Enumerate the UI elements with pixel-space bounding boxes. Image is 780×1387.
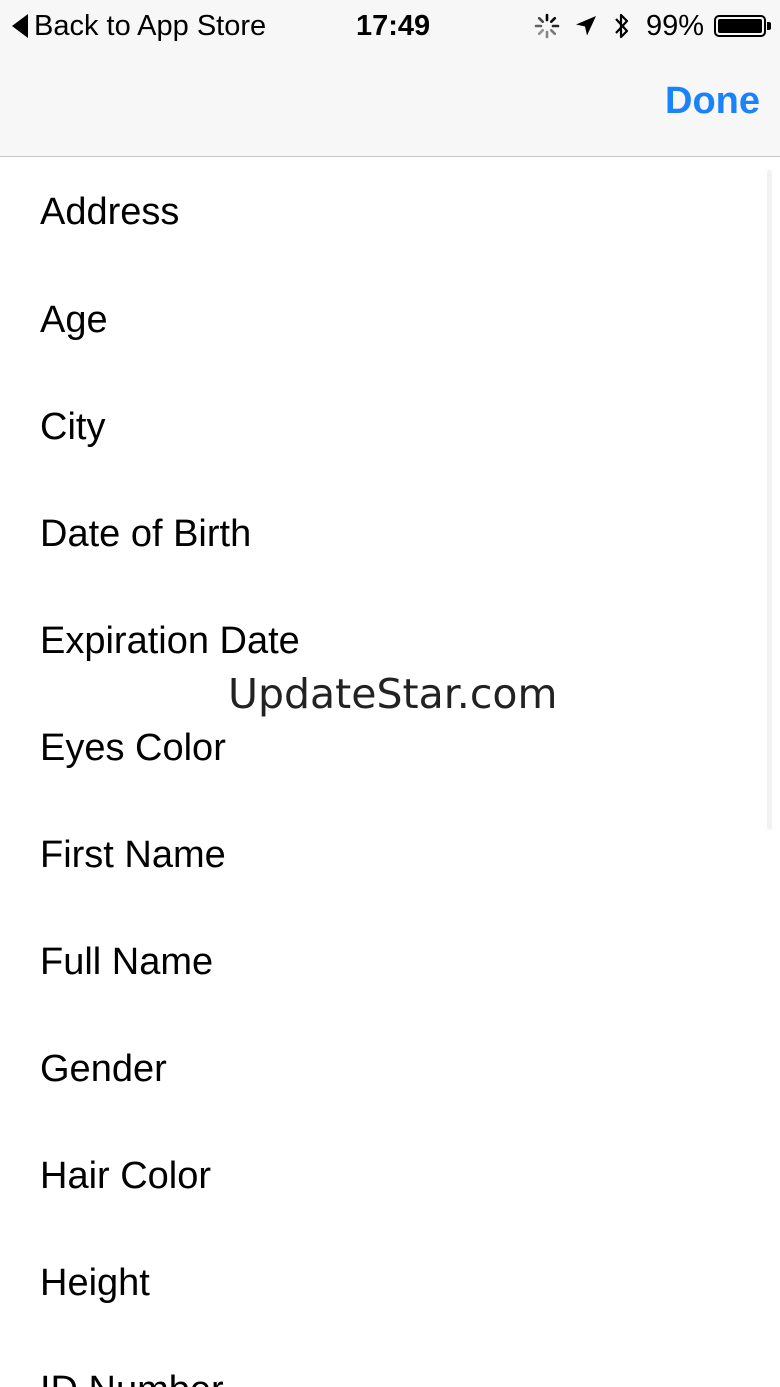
list-item[interactable]: Eyes Color	[0, 695, 780, 802]
back-to-app-store-label: Back to App Store	[34, 9, 267, 42]
list-item[interactable]: First Name	[0, 802, 780, 909]
list-item[interactable]: Gender	[0, 1016, 780, 1123]
screen: Back to App Store 17:49 99% Done Address…	[0, 0, 780, 1387]
navigation-bar: Done	[0, 52, 780, 157]
list-item[interactable]: Full Name	[0, 909, 780, 1016]
list-item[interactable]: Hair Color	[0, 1123, 780, 1230]
back-to-app-store-link[interactable]: Back to App Store	[12, 8, 266, 44]
list-item[interactable]: Expiration Date	[0, 588, 780, 695]
status-bar: Back to App Store 17:49 99%	[0, 0, 780, 52]
scroll-indicator[interactable]	[767, 170, 772, 830]
list-item[interactable]: City	[0, 374, 780, 481]
list-item[interactable]: Date of Birth	[0, 481, 780, 588]
done-button[interactable]: Done	[665, 80, 760, 123]
field-list[interactable]: Address Age City Date of Birth Expiration Da…	[0, 157, 780, 1387]
status-time: 17:49	[356, 10, 431, 42]
activity-spinner-icon	[534, 13, 560, 39]
battery-icon	[714, 15, 771, 37]
list-item[interactable]: Address	[0, 157, 780, 267]
list-item[interactable]: Height	[0, 1230, 780, 1337]
location-arrow-icon	[575, 16, 596, 36]
status-icons: 99%	[534, 8, 771, 44]
back-triangle-icon	[12, 14, 28, 38]
list-item[interactable]: Age	[0, 267, 780, 374]
bluetooth-icon	[615, 13, 629, 39]
battery-percent: 99%	[645, 9, 704, 42]
list-item[interactable]: ID Number	[0, 1337, 780, 1387]
